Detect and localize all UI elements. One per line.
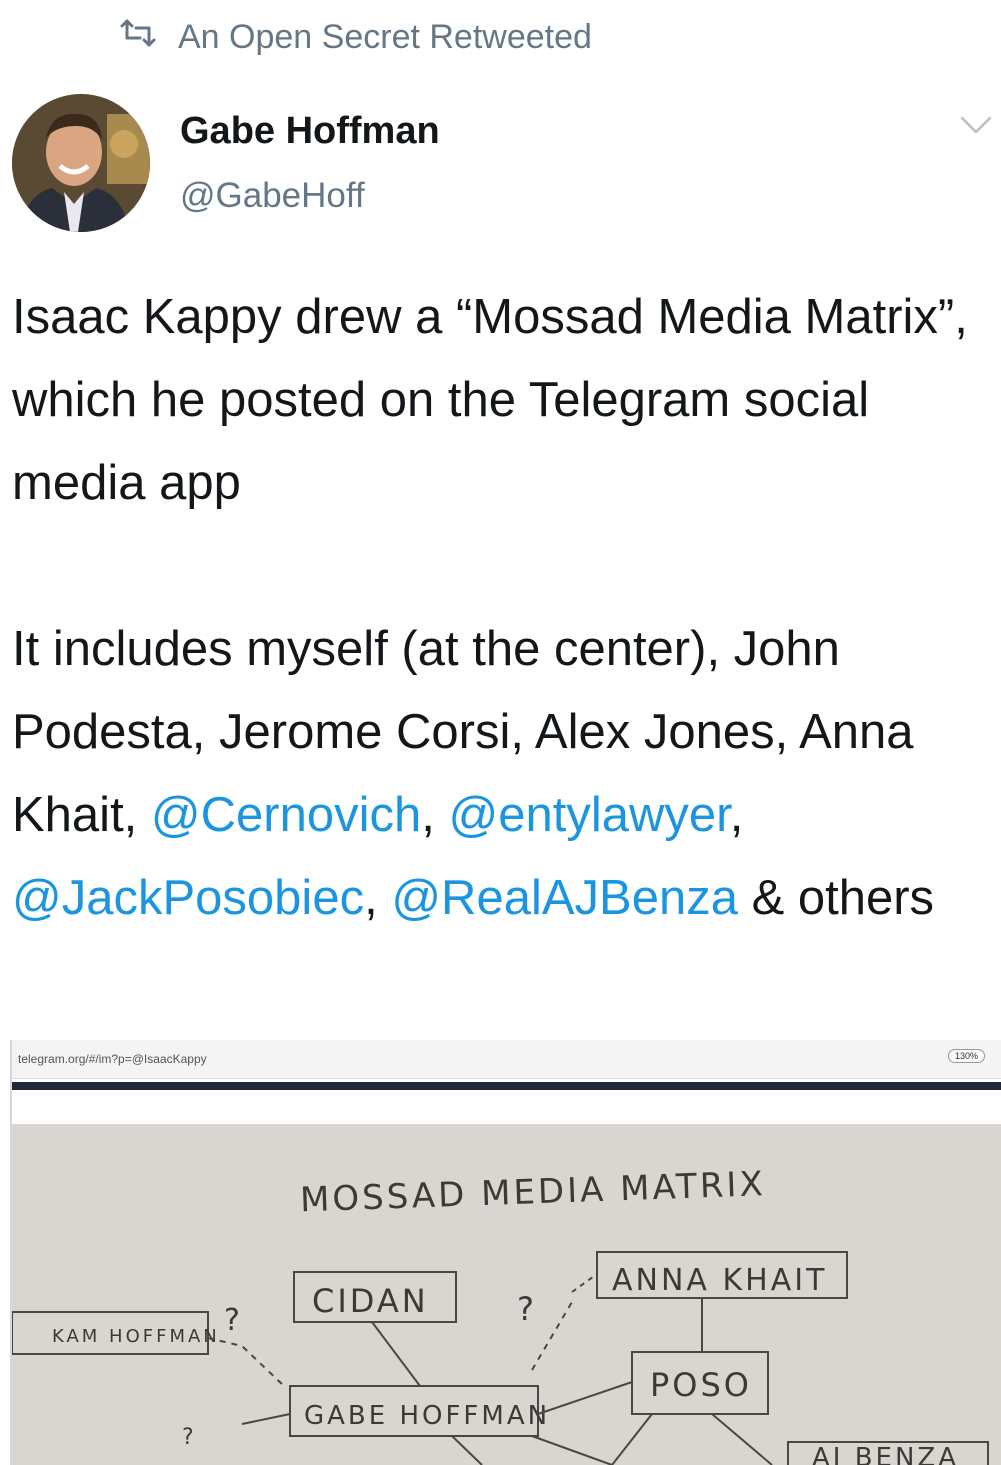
retweet-icon <box>118 18 158 57</box>
chevron-down-icon[interactable] <box>958 112 994 138</box>
author-name[interactable]: Gabe Hoffman <box>180 110 440 153</box>
window-frame <box>12 1082 1001 1090</box>
separator: , <box>729 788 744 842</box>
browser-address-bar: telegram.org/#/im?p=@IsaacKappy 130% <box>12 1040 1001 1079</box>
mention-link[interactable]: @RealAJBenza <box>391 871 738 925</box>
tweet-paragraph-1: Isaac Kappy drew a “Mossad Media Matrix”… <box>12 290 968 510</box>
drawing-node: KAM HOFFMAN <box>52 1326 220 1347</box>
mention-link[interactable]: @JackPosobiec <box>12 871 364 925</box>
retweet-label: An Open Secret Retweeted <box>178 18 592 56</box>
drawing-question-mark: ? <box>517 1290 537 1328</box>
drawing-node: AJ BENZA <box>812 1443 959 1465</box>
browser-url: telegram.org/#/im?p=@IsaacKappy <box>18 1052 207 1066</box>
drawing-question-mark: ? <box>182 1425 197 1450</box>
retweet-context[interactable]: An Open Secret Retweeted <box>118 18 592 57</box>
tweet-text: Isaac Kappy drew a “Mossad Media Matrix”… <box>12 276 997 940</box>
drawing-node: CIDAN <box>312 1282 429 1320</box>
author-handle[interactable]: @GabeHoff <box>180 176 365 216</box>
drawing-question-mark: ? <box>224 1303 243 1338</box>
tweet-media-image[interactable]: telegram.org/#/im?p=@IsaacKappy 130% MOS… <box>10 1040 1001 1465</box>
drawing-paper: MOSSAD MEDIA MATRIX CIDAN ANNA KHAIT KAM… <box>12 1124 1001 1465</box>
zoom-level: 130% <box>947 1049 985 1063</box>
tweet-paragraph-2: It includes myself (at the center), John… <box>12 608 997 940</box>
drawing-node: ANNA KHAIT <box>612 1263 827 1298</box>
avatar[interactable] <box>12 94 150 232</box>
separator: , <box>364 871 392 925</box>
separator: , <box>421 788 449 842</box>
mention-link[interactable]: @Cernovich <box>151 788 421 842</box>
drawing-title: MOSSAD MEDIA MATRIX <box>299 1164 766 1220</box>
mention-link[interactable]: @entylawyer <box>449 788 730 842</box>
drawing-node: POSO <box>650 1366 752 1404</box>
tweet-outro: & others <box>737 871 935 925</box>
drawing-node: GABE HOFFMAN <box>304 1401 550 1431</box>
